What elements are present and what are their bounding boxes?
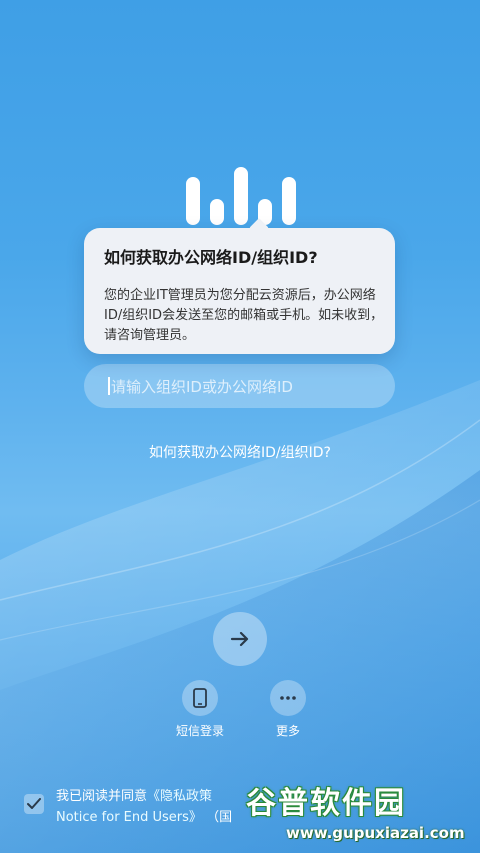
end-user-notice-link[interactable]: Notice for End Users》 [56,810,202,825]
org-id-help-tooltip: 如何获取办公网络ID/组织ID? 您的企业IT管理员为您分配云资源后，办公网络I… [84,218,395,354]
help-link[interactable]: 如何获取办公网络ID/组织ID? [0,442,480,462]
arrow-right-icon [230,631,249,647]
agreement-checkbox[interactable] [24,794,44,814]
sms-login-label: 短信登录 [175,724,224,738]
agreement-suffix: （国 [206,810,233,825]
text-cursor [108,377,110,395]
watermark-logo: 谷普软件园 [246,786,406,821]
sms-login-button[interactable] [182,680,218,716]
privacy-policy-link[interactable]: 《隐私政策 [147,789,212,804]
background-wave [0,380,480,853]
agreement-prefix: 我已阅读并同意 [56,789,148,804]
more-dots-icon [280,696,296,700]
tooltip-title: 如何获取办公网络ID/组织ID? [104,248,318,267]
next-button[interactable] [213,612,267,666]
site-watermark: 谷普软件园 www.gupuxiazai.com [242,778,478,848]
more-button[interactable] [270,680,306,716]
phone-icon [193,688,207,708]
watermark-url: www.gupuxiazai.com [286,824,465,842]
app-logo [178,155,302,235]
org-id-input[interactable]: 请输入组织ID或办公网络ID [84,364,395,408]
tooltip-body: 您的企业IT管理员为您分配云资源后，办公网络ID/组织ID会发送至您的邮箱或手机… [104,288,384,343]
org-id-placeholder: 请输入组织ID或办公网络ID [111,378,293,396]
more-label: 更多 [275,724,300,738]
checkmark-icon [27,798,41,809]
